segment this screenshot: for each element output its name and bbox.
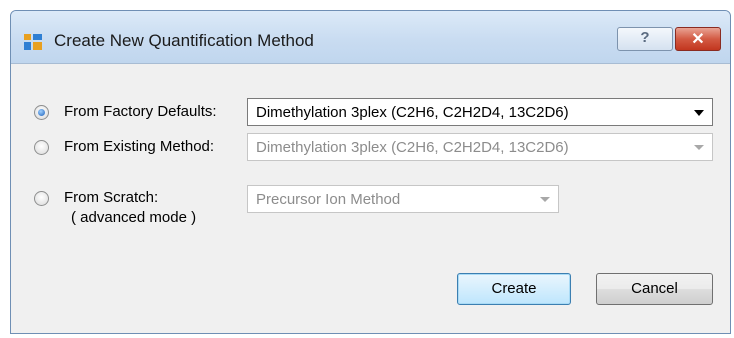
create-button[interactable]: Create: [457, 273, 571, 305]
close-icon: ✕: [691, 31, 705, 48]
app-window-icon: [24, 34, 42, 50]
chevron-down-icon: [694, 145, 704, 150]
chevron-down-icon: [694, 110, 704, 116]
dialog-window: Create New Quantification Method ? ✕ Fro…: [10, 10, 731, 334]
combo-from-scratch-value: Precursor Ion Method: [256, 191, 401, 208]
label-from-scratch: From Scratch:: [64, 189, 159, 206]
combo-factory-defaults[interactable]: Dimethylation 3plex (C2H6, C2H2D4, 13C2D…: [247, 98, 713, 126]
cancel-button[interactable]: Cancel: [596, 273, 713, 305]
chevron-down-icon: [540, 197, 550, 202]
radio-factory-defaults[interactable]: [34, 105, 49, 120]
radio-from-scratch[interactable]: [34, 191, 49, 206]
combo-factory-defaults-value: Dimethylation 3plex (C2H6, C2H2D4, 13C2D…: [256, 104, 569, 121]
help-button[interactable]: ?: [617, 27, 673, 51]
close-button[interactable]: ✕: [675, 27, 721, 51]
label-existing-method: From Existing Method:: [64, 138, 215, 155]
dialog-body: From Factory Defaults: Dimethylation 3pl…: [11, 63, 730, 333]
label-advanced-mode: ( advanced mode ): [71, 209, 197, 226]
combo-from-scratch[interactable]: Precursor Ion Method: [247, 185, 559, 213]
combo-existing-method[interactable]: Dimethylation 3plex (C2H6, C2H2D4, 13C2D…: [247, 133, 713, 161]
combo-existing-method-value: Dimethylation 3plex (C2H6, C2H2D4, 13C2D…: [256, 139, 569, 156]
label-factory-defaults: From Factory Defaults:: [64, 103, 217, 120]
window-title: Create New Quantification Method: [54, 31, 314, 50]
help-icon: ?: [640, 29, 650, 46]
title-bar[interactable]: Create New Quantification Method ? ✕: [11, 11, 730, 63]
radio-existing-method[interactable]: [34, 140, 49, 155]
